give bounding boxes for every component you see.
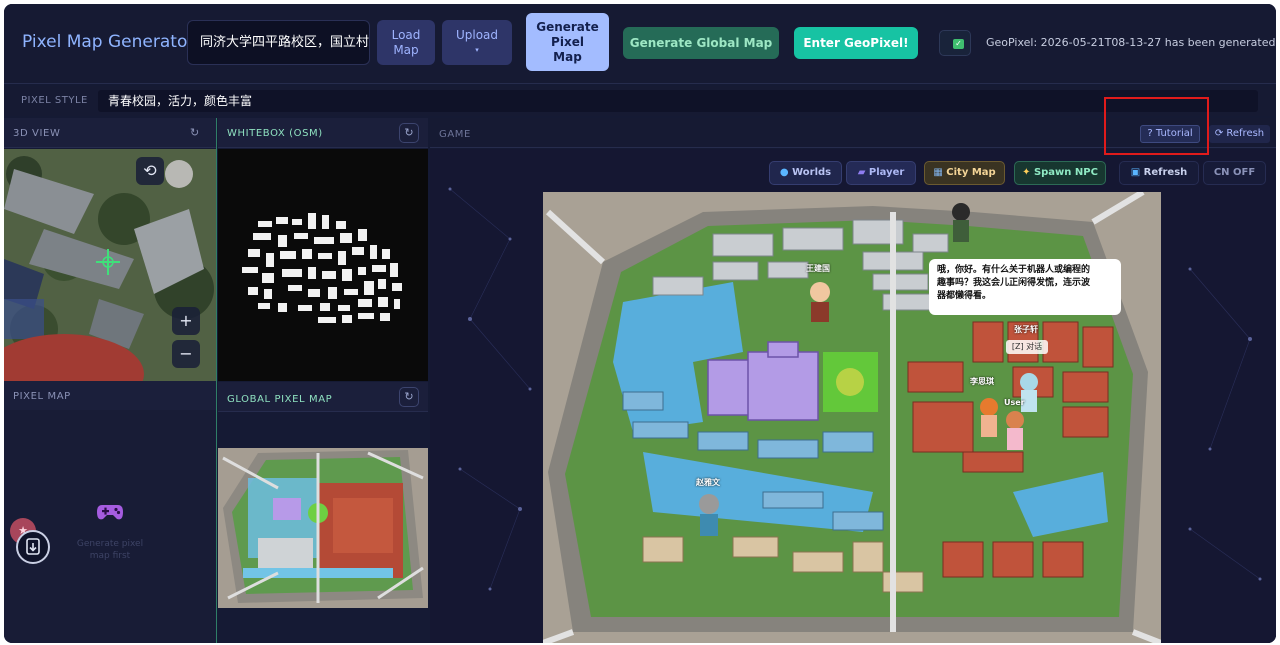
pixel-map-header: PIXEL MAP xyxy=(4,381,216,411)
upload-label: Upload xyxy=(455,27,499,42)
rotate-view-button[interactable]: ⟲ xyxy=(136,157,164,185)
highlight-annotation xyxy=(1104,97,1209,155)
generate-pixel-map-button[interactable]: Generate Pixel Map xyxy=(526,13,609,71)
cn-toggle-button[interactable]: CN OFF xyxy=(1203,161,1266,185)
top-toolbar: Pixel Map Generator 同济大学四平路校区，国立村 Load M… xyxy=(4,4,1276,84)
worlds-button[interactable]: ● Worlds xyxy=(769,161,842,185)
npc-sprite-4 xyxy=(980,398,998,437)
sparkle-icon: ✦ xyxy=(1022,167,1031,178)
empty-text-line-1: Generate pixel xyxy=(76,539,144,549)
npc-name-1: 王建国 xyxy=(806,264,830,273)
player-button[interactable]: ▰ Player xyxy=(846,161,916,185)
empty-text-line-2: map first xyxy=(89,551,131,561)
app-window: Pixel Map Generator 同济大学四平路校区，国立村 Load M… xyxy=(4,4,1276,643)
game-refresh-map-button[interactable]: ▣ Refresh xyxy=(1119,161,1199,185)
refresh-label: Refresh xyxy=(1143,167,1188,178)
player-icon: ▰ xyxy=(857,167,866,178)
global-map-panel xyxy=(218,413,428,643)
game-refresh-button[interactable]: ⟳ Refresh xyxy=(1209,125,1270,143)
upload-button[interactable]: Upload ▾ xyxy=(442,20,512,65)
pixel-style-label: PIXEL STYLE xyxy=(21,95,88,106)
checkmark-icon: ✓ xyxy=(953,39,964,49)
zoom-in-button[interactable]: + xyxy=(172,307,200,335)
npc-speech-bubble: 哦，你好。有什么关于机器人或编程的 趣事吗？我这会儿正闲得发慌，连示波 器都懒得… xyxy=(929,259,1121,315)
pixel-map-title: PIXEL MAP xyxy=(13,391,71,402)
city-map-label: City Map xyxy=(946,167,996,178)
generate-global-map-button[interactable]: Generate Global Map xyxy=(623,27,779,59)
load-map-button[interactable]: Load Map xyxy=(377,20,435,65)
download-icon xyxy=(26,538,40,555)
3d-view-title: 3D VIEW xyxy=(13,128,61,139)
global-pixel-map-image xyxy=(218,448,428,608)
city-map-button[interactable]: ▦ City Map xyxy=(924,161,1005,185)
whitebox-title: WHITEBOX (OSM) xyxy=(227,128,323,139)
map-icon: ▦ xyxy=(933,167,943,178)
status-toast: GeoPixel: 2026-05-21T08-13-27 has been g… xyxy=(986,36,1276,49)
globe-icon: ● xyxy=(779,167,789,178)
enter-geopixel-button[interactable]: Enter GeoPixel! xyxy=(794,27,918,59)
speech-line-1: 哦，你好。有什么关于机器人或编程的 xyxy=(937,265,1091,275)
app-title: Pixel Map Generator xyxy=(22,32,195,52)
global-map-header: GLOBAL PIXEL MAP ↻ xyxy=(218,382,428,412)
toast-toggle[interactable]: ✓ xyxy=(939,30,971,56)
gamepad-icon xyxy=(97,505,123,520)
speech-line-2: 趣事吗？我这会儿正闲得发慌，连示波 xyxy=(937,278,1091,288)
npc-sprite-2 xyxy=(952,203,970,242)
global-map-refresh-button[interactable]: ↻ xyxy=(399,387,419,407)
load-map-label-1: Load xyxy=(391,27,421,42)
whitebox-canvas xyxy=(218,149,428,381)
talk-hint[interactable]: [Z] 对话 xyxy=(1006,340,1048,354)
pixel-style-input[interactable]: 青春校园，活力，颜色丰富 xyxy=(98,90,1258,112)
zoom-out-button[interactable]: − xyxy=(172,340,200,368)
npc-sprite-5 xyxy=(699,494,719,536)
generate-pixel-label-2: Pixel xyxy=(551,34,584,49)
global-map-title: GLOBAL PIXEL MAP xyxy=(227,394,333,405)
3d-view-canvas[interactable]: ⟲ + − xyxy=(4,149,216,383)
player-label: Player xyxy=(868,167,905,178)
npc-name-5: 赵雅文 xyxy=(696,478,720,487)
pixel-map-panel: Generate pixel map first xyxy=(4,410,216,643)
pixel-style-bar: PIXEL STYLE 青春校园，活力，颜色丰富 xyxy=(4,86,1276,116)
spawn-npc-label: Spawn NPC xyxy=(1033,167,1098,178)
spawn-npc-button[interactable]: ✦ Spawn NPC xyxy=(1014,161,1106,185)
whitebox-refresh-button[interactable]: ↻ xyxy=(399,123,419,143)
generate-pixel-label-3: Map xyxy=(553,49,582,64)
whitebox-buildings-image xyxy=(218,149,428,381)
refresh-icon[interactable]: ↻ xyxy=(190,126,199,139)
worlds-label: Worlds xyxy=(792,167,832,178)
load-map-label-2: Map xyxy=(393,42,419,57)
pixel-map-empty-text: Generate pixel map first xyxy=(64,538,156,562)
generate-pixel-label-1: Generate xyxy=(536,19,599,34)
npc-name-3: 李思琪 xyxy=(970,377,994,386)
chevron-down-icon: ▾ xyxy=(475,45,479,54)
whitebox-header: WHITEBOX (OSM) ↻ xyxy=(218,118,428,148)
game-title: GAME xyxy=(439,129,471,140)
npc-sprite-1 xyxy=(810,282,830,322)
speech-line-3: 器都懒得看。 xyxy=(937,291,992,301)
player-sprite xyxy=(1006,411,1024,450)
3d-view-header: 3D VIEW ↻ xyxy=(4,118,216,148)
location-input[interactable]: 同济大学四平路校区，国立村 xyxy=(187,20,370,65)
npc-name-2: 张子轩 xyxy=(1014,325,1038,334)
panel-divider[interactable] xyxy=(216,118,217,643)
download-button[interactable] xyxy=(16,530,50,564)
player-name: User xyxy=(1004,398,1025,407)
refresh-square-icon: ▣ xyxy=(1130,167,1141,178)
